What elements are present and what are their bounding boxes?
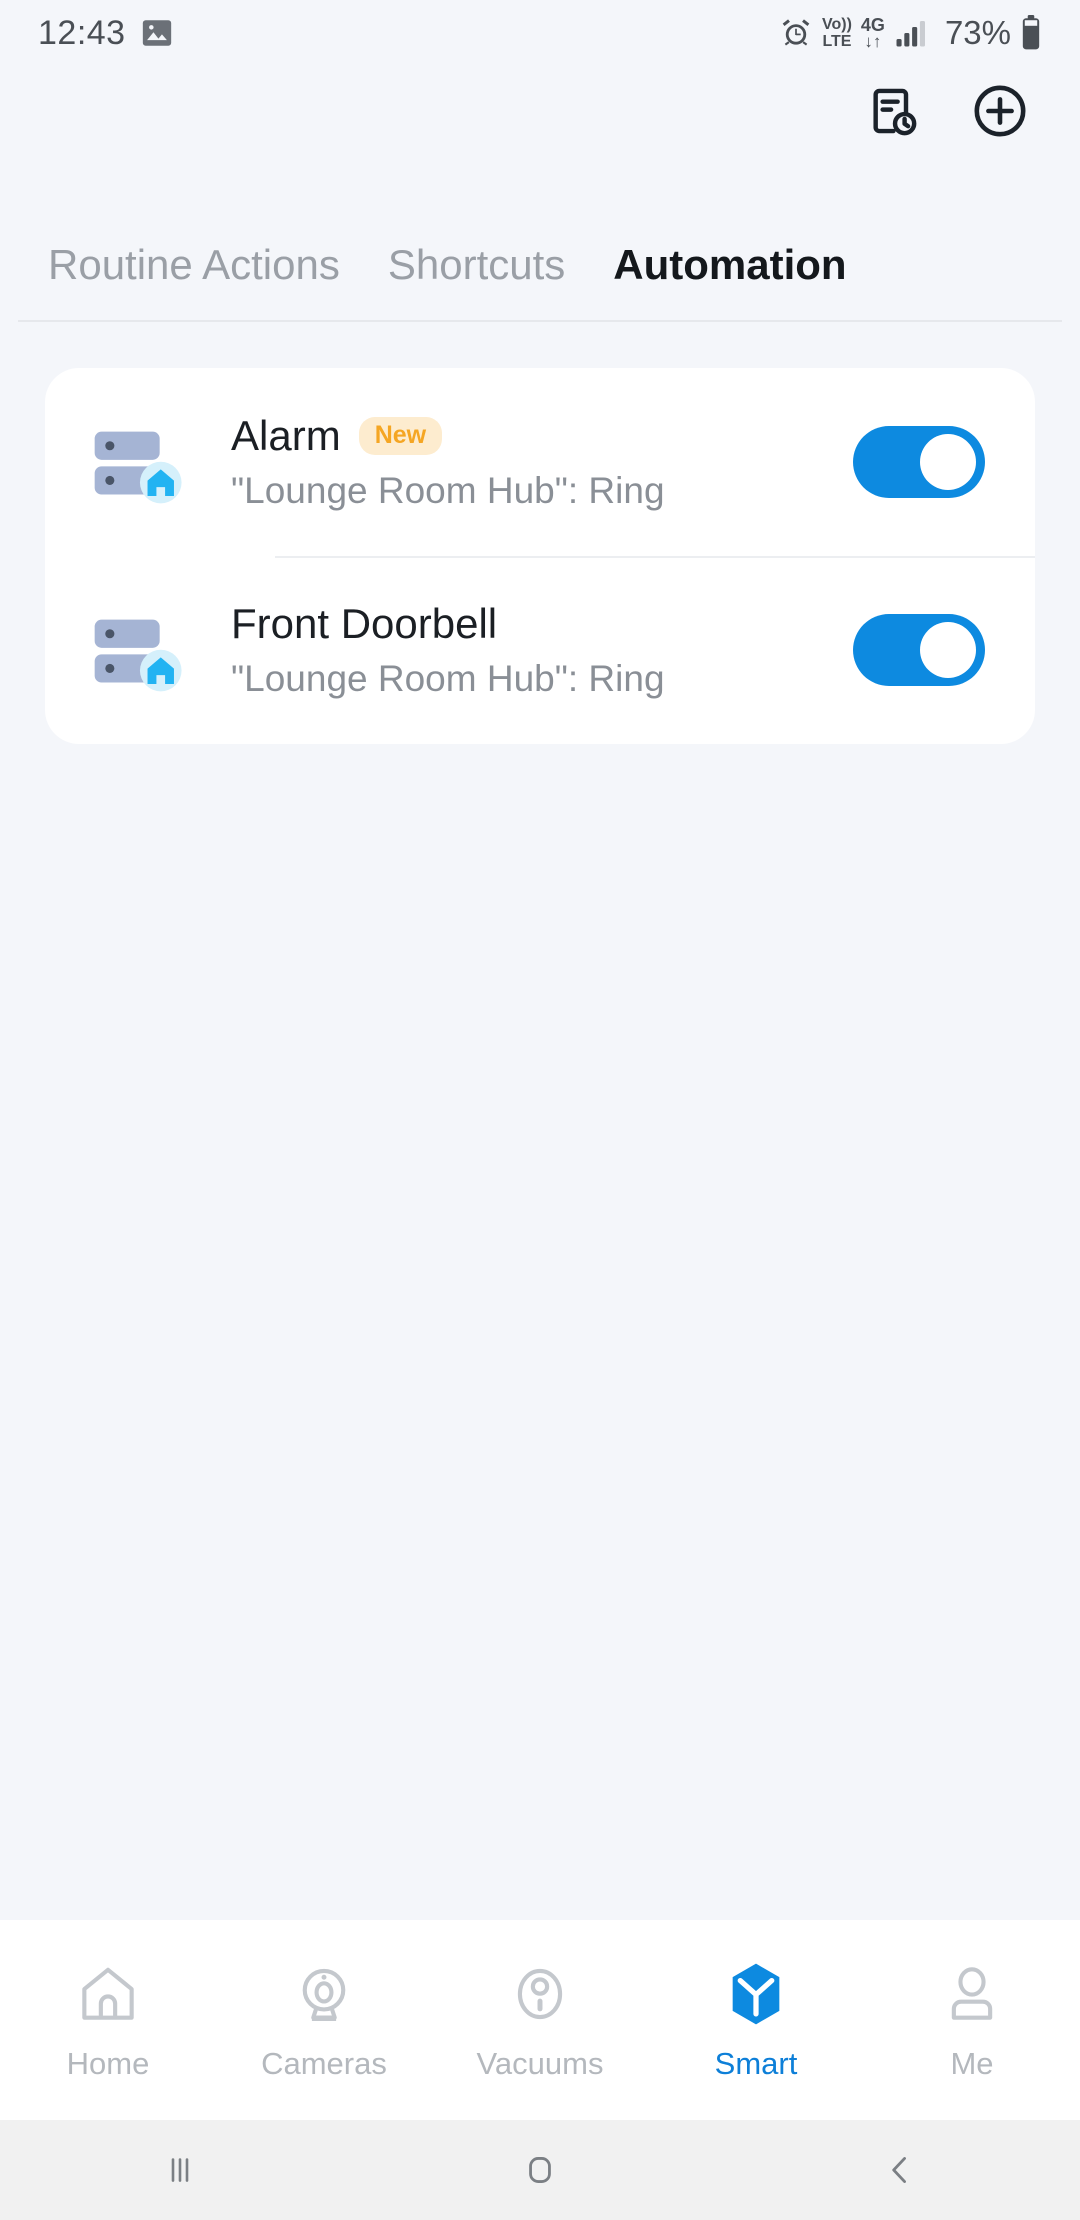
bottom-navigation: Home Cameras Vacuums Smart Me	[0, 1920, 1080, 2120]
nav-item-me[interactable]: Me	[869, 1958, 1075, 2082]
back-chevron-icon[interactable]	[800, 2120, 1000, 2220]
status-bar-left: 12:43	[38, 14, 174, 53]
automation-title: Front Doorbell	[231, 600, 498, 647]
nav-item-vacuums[interactable]: Vacuums	[437, 1958, 643, 2082]
automation-title: Alarm	[231, 412, 341, 459]
add-icon[interactable]	[968, 79, 1032, 143]
toggle-switch[interactable]	[853, 426, 985, 498]
toggle-knob	[920, 434, 976, 490]
nav-item-smart[interactable]: Smart	[653, 1958, 859, 2082]
automation-card: Alarm New "Lounge Room Hub": Ring Front …	[45, 368, 1035, 744]
nav-item-cameras[interactable]: Cameras	[221, 1958, 427, 2082]
automation-row-alarm[interactable]: Alarm New "Lounge Room Hub": Ring	[45, 368, 1035, 556]
volte-icon: Vo)) LTE	[822, 15, 852, 50]
vacuum-icon	[507, 1958, 573, 2030]
nav-label-home: Home	[66, 2046, 150, 2081]
toggle-switch[interactable]	[853, 614, 985, 686]
smart-cube-icon	[721, 1958, 791, 2030]
header-actions	[0, 66, 1080, 156]
person-icon	[939, 1958, 1005, 2030]
status-time: 12:43	[38, 13, 126, 52]
history-log-icon[interactable]	[860, 79, 924, 143]
home-square-icon[interactable]	[440, 2120, 640, 2220]
nav-label-vacuums: Vacuums	[476, 2046, 604, 2081]
nav-label-cameras: Cameras	[261, 2046, 387, 2081]
nav-label-smart: Smart	[714, 2046, 798, 2081]
tab-routine-actions[interactable]: Routine Actions	[48, 241, 364, 289]
home-icon	[75, 1958, 141, 2030]
hub-device-icon	[45, 598, 231, 702]
new-badge: New	[358, 417, 443, 455]
row-divider	[275, 556, 1035, 558]
automation-subtitle: "Lounge Room Hub": Ring	[231, 658, 665, 699]
alarm-icon	[779, 16, 813, 50]
nav-item-home[interactable]: Home	[5, 1958, 211, 2082]
automation-row-body: Front Doorbell "Lounge Room Hub": Ring	[231, 600, 839, 700]
camera-icon	[291, 1958, 357, 2030]
automation-row-body: Alarm New "Lounge Room Hub": Ring	[231, 412, 839, 512]
automation-toggle-front-doorbell[interactable]	[839, 614, 999, 686]
system-navigation-bar	[0, 2120, 1080, 2220]
status-bar-right: Vo)) LTE 4G ↓↑ 73%	[779, 14, 1042, 52]
tab-bar-divider	[18, 320, 1062, 322]
app-screen: 12:43 Vo)) LTE 4G ↓↑ 73% Routine Actions…	[0, 0, 1080, 2220]
image-icon	[140, 16, 174, 50]
automation-title-line: Alarm New	[231, 412, 839, 460]
automation-title-line: Front Doorbell	[231, 600, 839, 648]
battery-icon	[1020, 15, 1042, 51]
tab-bar: Routine Actions Shortcuts Automation	[0, 210, 1080, 320]
tab-shortcuts[interactable]: Shortcuts	[364, 241, 589, 289]
toggle-knob	[920, 622, 976, 678]
nav-label-me: Me	[950, 2046, 994, 2081]
automation-subtitle: "Lounge Room Hub": Ring	[231, 470, 665, 511]
recents-icon[interactable]	[80, 2120, 280, 2220]
automation-toggle-alarm[interactable]	[839, 426, 999, 498]
4g-icon: 4G ↓↑	[860, 15, 885, 51]
signal-icon	[894, 18, 932, 48]
tab-automation[interactable]: Automation	[589, 241, 870, 289]
status-bar: 12:43 Vo)) LTE 4G ↓↑ 73%	[0, 0, 1080, 66]
battery-percent: 73%	[944, 14, 1011, 51]
hub-device-icon	[45, 410, 231, 514]
automation-row-front-doorbell[interactable]: Front Doorbell "Lounge Room Hub": Ring	[45, 556, 1035, 744]
